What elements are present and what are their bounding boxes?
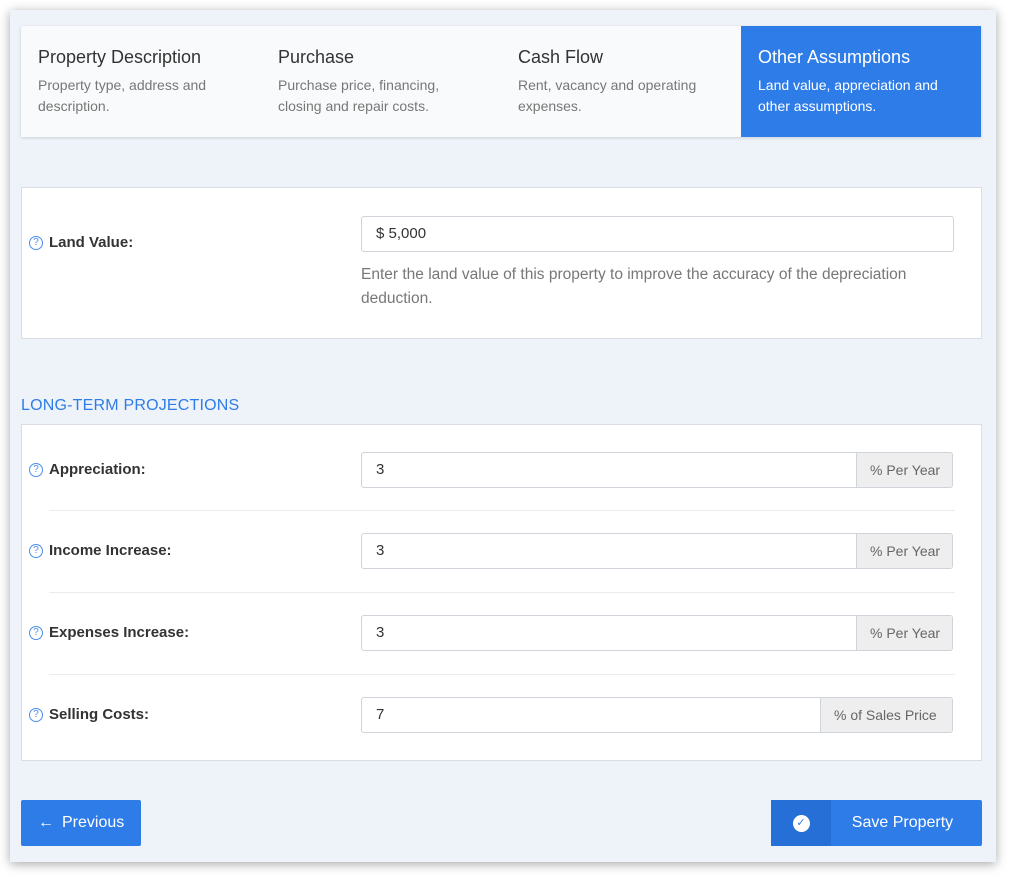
expenses-increase-input[interactable]: 3 % Per Year xyxy=(361,615,953,651)
previous-button-label: Previous xyxy=(62,814,125,831)
step-title: Purchase xyxy=(278,47,355,67)
income-increase-label-text: Income Increase: xyxy=(49,542,172,559)
appreciation-label: ? Appreciation: xyxy=(29,461,146,478)
land-value-input[interactable]: $ 5,000 xyxy=(361,216,954,252)
divider xyxy=(49,510,955,511)
appreciation-field[interactable]: 3 xyxy=(362,453,856,487)
selling-costs-unit: % of Sales Price xyxy=(820,698,952,732)
previous-button[interactable]: ← Previous xyxy=(21,800,141,846)
step-cash-flow[interactable]: Cash Flow Rent, vacancy and operating ex… xyxy=(501,26,741,137)
expenses-increase-unit: % Per Year xyxy=(856,616,952,650)
expenses-increase-label-text: Expenses Increase: xyxy=(49,624,190,641)
step-title: Other Assumptions xyxy=(758,47,911,67)
land-value-label-text: Land Value: xyxy=(49,234,134,251)
expenses-increase-field[interactable]: 3 xyxy=(362,616,856,650)
save-property-button[interactable]: ✓ Save Property xyxy=(771,800,982,846)
help-icon[interactable]: ? xyxy=(29,625,43,640)
projections-card: ? Appreciation: 3 % Per Year ? Income In… xyxy=(21,424,982,761)
selling-costs-input[interactable]: 7 % of Sales Price xyxy=(361,697,953,733)
income-increase-label: ? Income Increase: xyxy=(29,542,172,559)
app-window: Property Description Property type, addr… xyxy=(10,10,996,862)
step-property-description[interactable]: Property Description Property type, addr… xyxy=(21,26,261,137)
help-icon[interactable]: ? xyxy=(29,462,43,477)
wizard-steps: Property Description Property type, addr… xyxy=(21,26,981,137)
step-title: Cash Flow xyxy=(518,47,604,67)
step-description: Rent, vacancy and operating expenses. xyxy=(518,77,697,114)
step-other-assumptions[interactable]: Other Assumptions Land value, appreciati… xyxy=(741,26,981,137)
step-title: Property Description xyxy=(38,47,202,67)
appreciation-unit: % Per Year xyxy=(856,453,952,487)
section-title-projections: LONG-TERM PROJECTIONS xyxy=(21,397,240,414)
selling-costs-label-text: Selling Costs: xyxy=(49,706,150,723)
income-increase-field[interactable]: 3 xyxy=(362,534,856,568)
step-description: Land value, appreciation and other assum… xyxy=(758,77,938,114)
expenses-increase-label: ? Expenses Increase: xyxy=(29,624,189,641)
help-icon[interactable]: ? xyxy=(29,707,43,722)
appreciation-label-text: Appreciation: xyxy=(49,461,146,478)
land-value-field[interactable]: $ 5,000 xyxy=(362,217,953,251)
divider xyxy=(49,674,955,675)
step-purchase[interactable]: Purchase Purchase price, financing, clos… xyxy=(261,26,501,137)
step-description: Property type, address and description. xyxy=(38,77,207,114)
selling-costs-label: ? Selling Costs: xyxy=(29,706,149,723)
income-increase-unit: % Per Year xyxy=(856,534,952,568)
check-circle-icon: ✓ xyxy=(792,814,810,832)
check-icon-wrap: ✓ xyxy=(771,800,831,846)
land-value-card: ? Land Value: $ 5,000 Enter the land val… xyxy=(21,187,982,339)
divider xyxy=(49,592,955,593)
land-value-label: ? Land Value: xyxy=(29,234,133,251)
selling-costs-field[interactable]: 7 xyxy=(362,698,820,732)
help-icon[interactable]: ? xyxy=(29,235,43,250)
help-icon[interactable]: ? xyxy=(29,543,43,558)
land-value-hint: Enter the land value of this property to… xyxy=(361,266,907,307)
save-property-label: Save Property xyxy=(851,814,954,831)
step-description: Purchase price, financing, closing and r… xyxy=(278,77,440,114)
income-increase-input[interactable]: 3 % Per Year xyxy=(361,533,953,569)
appreciation-input[interactable]: 3 % Per Year xyxy=(361,452,953,488)
arrow-left-icon: ← xyxy=(38,814,54,831)
